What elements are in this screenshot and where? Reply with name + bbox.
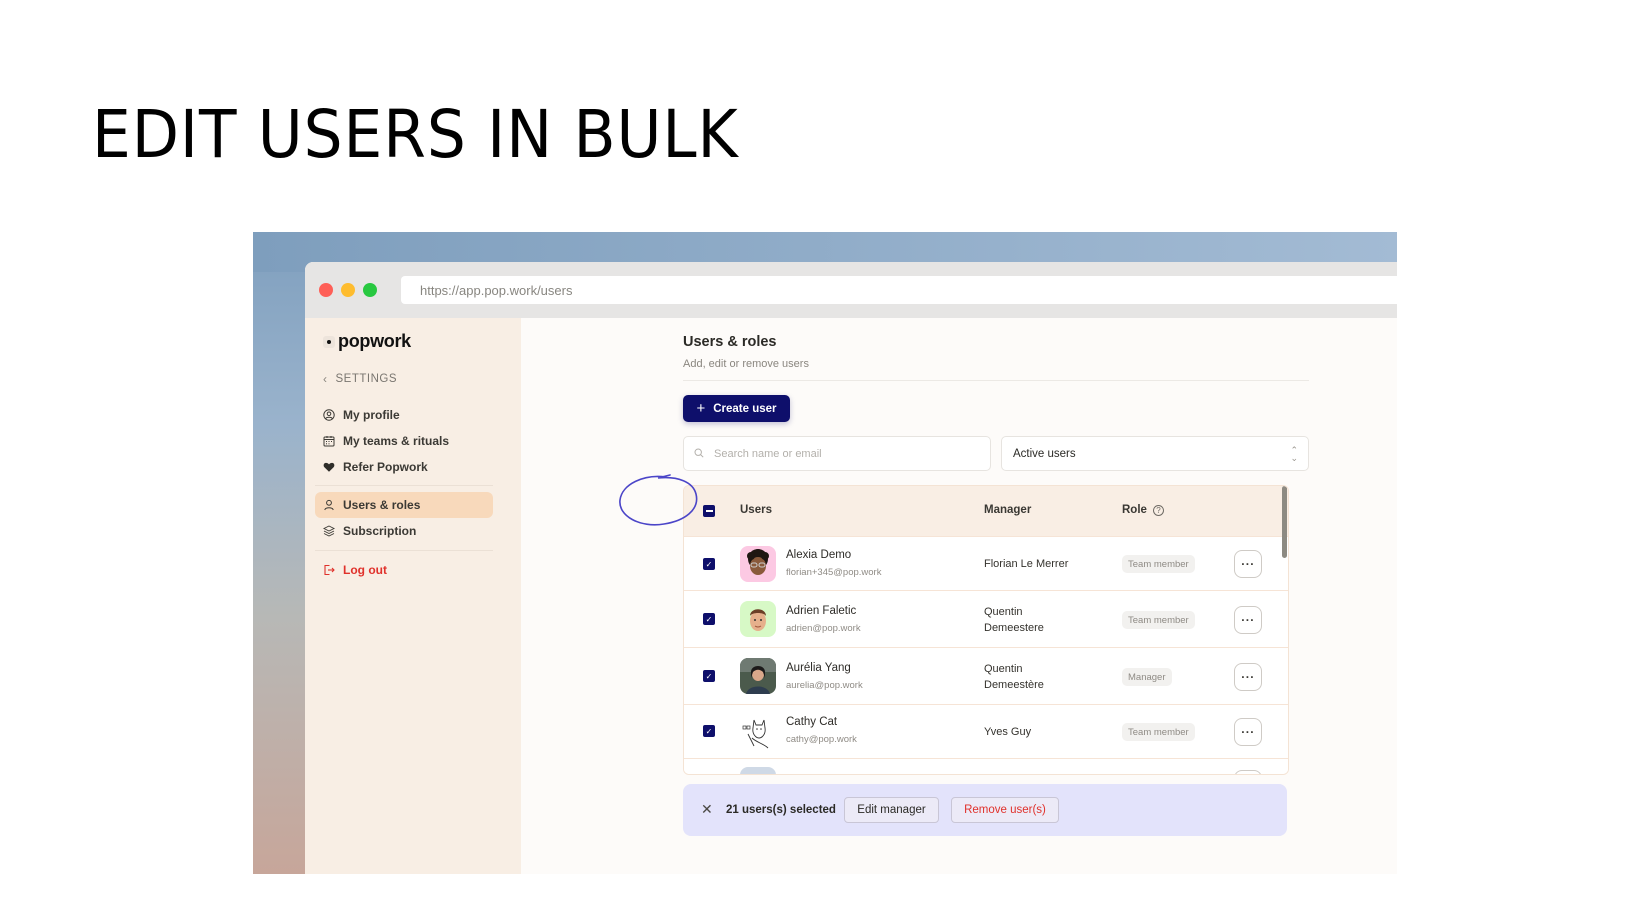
table-row[interactable]: ✓ Aurélia Yang aurelia@pop.work Quentin … — [684, 647, 1288, 704]
logo-text: popwork — [338, 331, 411, 351]
settings-sidebar: popwork ‹ SETTINGS My profile My teams &… — [305, 318, 521, 874]
title-divider — [683, 380, 1309, 381]
row-checkbox[interactable]: ✓ — [703, 558, 715, 570]
back-to-settings[interactable]: ‹ SETTINGS — [323, 372, 397, 386]
sidebar-item-users-roles[interactable]: Users & roles — [315, 492, 493, 518]
help-icon[interactable]: ? — [1152, 505, 1164, 516]
calendar-icon — [322, 434, 336, 448]
avatar — [740, 658, 776, 694]
role-badge: Team member — [1122, 723, 1195, 741]
chevron-up-down-icon: ⌃ ⌄ — [1290, 445, 1298, 463]
user-name: Adrien Faletic — [786, 605, 857, 617]
user-manager: Florian Le Merrer — [984, 558, 1069, 570]
maximize-window-button[interactable] — [363, 283, 377, 297]
sidebar-item-label: My teams & rituals — [343, 434, 450, 448]
bulk-action-bar: ✕ 21 users(s) selected Edit manager Remo… — [683, 784, 1287, 836]
create-user-button[interactable]: + Create user — [683, 395, 790, 422]
main-content: Users & roles Add, edit or remove users … — [521, 318, 1397, 874]
user-name: Cathy Cat — [786, 716, 838, 728]
logout-label: Log out — [343, 563, 387, 577]
avatar — [740, 546, 776, 582]
user-circle-icon — [322, 408, 336, 422]
sidebar-divider — [315, 485, 493, 486]
user-status-value: Active users — [1013, 447, 1076, 460]
column-header-role[interactable]: Role? — [1122, 504, 1164, 516]
role-badge: Team member — [1122, 555, 1195, 573]
logout-button[interactable]: Log out — [315, 557, 493, 583]
users-table: Users Manager Role? ✓ Alexia Demo floria… — [683, 485, 1289, 775]
browser-toolbar: https://app.pop.work/users — [305, 262, 1397, 318]
user-manager: Yves Guy — [984, 726, 1032, 738]
search-placeholder: Search name or email — [714, 447, 822, 460]
avatar — [740, 714, 776, 750]
row-actions-button[interactable]: ··· — [1234, 550, 1262, 578]
selected-count: 21 users(s) selected — [726, 804, 836, 816]
popwork-logo[interactable]: popwork — [323, 331, 411, 352]
sidebar-item-my-profile[interactable]: My profile — [315, 402, 493, 428]
layers-icon — [322, 524, 336, 538]
sidebar-item-label: My profile — [343, 408, 400, 422]
row-actions-button[interactable]: ··· — [1234, 718, 1262, 746]
sidebar-item-label: Subscription — [343, 524, 417, 538]
edit-manager-button[interactable]: Edit manager — [844, 797, 939, 823]
role-badge: Team member — [1122, 611, 1195, 629]
plus-icon: + — [696, 400, 706, 417]
user-name: Aurélia Yang — [786, 662, 851, 674]
back-label: SETTINGS — [335, 373, 398, 385]
role-header-label: Role — [1122, 504, 1147, 516]
column-header-users[interactable]: Users — [740, 504, 772, 516]
avatar — [740, 767, 776, 774]
user-status-select[interactable]: Active users ⌃ ⌄ — [1001, 436, 1309, 471]
table-header: Users Manager Role? — [684, 486, 1288, 536]
sidebar-item-subscription[interactable]: Subscription — [315, 518, 493, 544]
screenshot-stage: https://app.pop.work/users popwork ‹ SET… — [253, 232, 1397, 874]
heart-icon — [322, 460, 336, 474]
address-bar[interactable]: https://app.pop.work/users — [401, 276, 1397, 304]
page-title: Users & roles — [683, 334, 777, 350]
table-row[interactable]: ✓ Cathy Cat cathy@pop.work Yves Guy Team… — [684, 704, 1288, 758]
user-email: florian+345@pop.work — [786, 567, 882, 578]
sidebar-item-label: Refer Popwork — [343, 460, 428, 474]
table-row[interactable]: ✓ Alexia Demo florian+345@pop.work Flori… — [684, 536, 1288, 590]
user-email: aurelia@pop.work — [786, 680, 863, 691]
sidebar-item-my-teams[interactable]: My teams & rituals — [315, 428, 493, 454]
remove-users-button[interactable]: Remove user(s) — [951, 797, 1059, 823]
table-row[interactable]: ✓ Adrien Faletic adrien@pop.work Quentin… — [684, 590, 1288, 647]
user-email: adrien@pop.work — [786, 623, 861, 634]
column-header-manager[interactable]: Manager — [984, 504, 1031, 516]
user-manager: Quentin Demeestère — [984, 663, 1044, 691]
logo-dot-icon — [323, 335, 335, 348]
row-checkbox[interactable]: ✓ — [703, 613, 715, 625]
create-user-label: Create user — [713, 402, 777, 415]
user-email: cathy@pop.work — [786, 734, 857, 745]
table-row-partial[interactable] — [684, 758, 1288, 774]
role-badge: Manager — [1122, 668, 1172, 686]
avatar — [740, 601, 776, 637]
browser-window: https://app.pop.work/users popwork ‹ SET… — [305, 262, 1397, 874]
sidebar-item-refer-popwork[interactable]: Refer Popwork — [315, 454, 493, 480]
clear-selection-close-icon[interactable]: ✕ — [701, 801, 713, 818]
page-subtitle: Add, edit or remove users — [683, 358, 809, 370]
user-icon — [322, 498, 336, 512]
search-icon — [694, 445, 704, 463]
row-checkbox[interactable]: ✓ — [703, 725, 715, 737]
table-scrollbar[interactable] — [1282, 486, 1287, 558]
user-name: Alexia Demo — [786, 549, 852, 561]
minimize-window-button[interactable] — [341, 283, 355, 297]
logout-icon — [322, 563, 336, 577]
sidebar-item-label: Users & roles — [343, 498, 421, 512]
user-manager: Quentin Demeestere — [984, 606, 1044, 634]
search-input[interactable]: Search name or email — [683, 436, 991, 471]
close-window-button[interactable] — [319, 283, 333, 297]
row-actions-button[interactable]: ··· — [1234, 606, 1262, 634]
row-checkbox[interactable]: ✓ — [703, 670, 715, 682]
row-actions-button[interactable] — [1234, 770, 1262, 774]
slide-title: EDIT USERS IN BULK — [92, 96, 739, 173]
sidebar-divider — [315, 550, 493, 551]
chevron-left-icon: ‹ — [323, 372, 328, 386]
row-actions-button[interactable]: ··· — [1234, 663, 1262, 691]
select-all-checkbox[interactable] — [703, 505, 715, 517]
